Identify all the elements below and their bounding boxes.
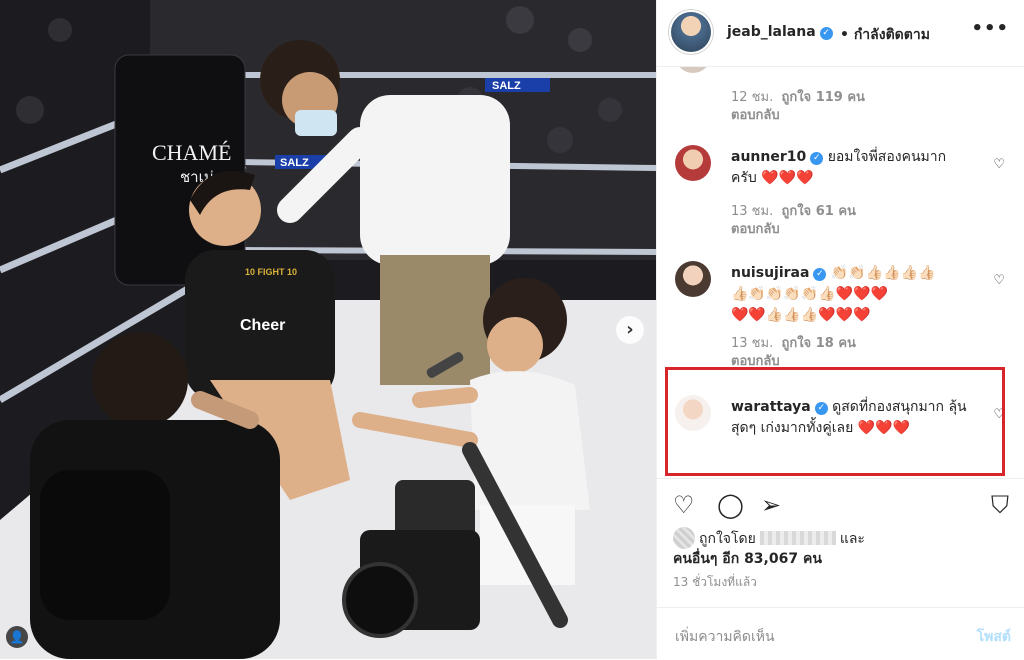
post-header: jeab_lalana ✓ • กำลังติดตาม ••• [657,0,1024,67]
comment-likes-link[interactable]: ถูกใจ 18 คน [781,336,855,351]
ring-sign-salz-1: SALZ [280,157,309,169]
comment-body: nuisujiraa ✓ 👏🏻👏🏻👍🏻👍🏻👍🏻👍🏻 👍🏻👏🏻👏🏻👏🏻👏🏻👍🏻❤️❤… [731,263,971,326]
comment-body: aunner10 ✓ ยอมใจพี่สองคนมากครับ ❤️❤️❤️ [731,147,971,189]
post-photo[interactable]: CHAMÉ ชาเม่ SALZ SALZ Cheer 10 FIGHT 10 [0,0,656,659]
like-comment-heart-icon[interactable]: ♡ [993,273,1005,288]
user-tag-icon[interactable]: 👤 [6,626,28,648]
comment-meta: 12 ชม. ถูกใจ 119 คน ตอบกลับ [731,90,865,123]
others-likes-link[interactable]: คนอื่นๆ อีก 83,067 คน [673,551,822,567]
verified-badge-icon: ✓ [813,268,827,281]
share-send-icon[interactable]: ➢ [761,491,781,519]
post-side-panel: jeab_lalana ✓ • กำลังติดตาม ••• 12 ชม. ถู… [656,0,1024,659]
author-avatar[interactable] [671,12,711,52]
post-timestamp[interactable]: 13 ชั่วโมงที่แล้ว [673,573,757,592]
comment-emoji-line: 👏🏻👏🏻👍🏻👍🏻👍🏻👍🏻 [830,265,936,281]
comment-likes-link[interactable]: ถูกใจ 61 คน [781,204,855,219]
commenter-avatar[interactable] [675,261,711,297]
boxing-ring-photo: CHAMÉ ชาเม่ SALZ SALZ Cheer 10 FIGHT 10 [0,0,656,659]
liker-username-blurred [759,531,836,545]
commenter-avatar[interactable] [675,67,711,73]
shirt-logo: 10 FIGHT 10 [245,267,297,277]
like-comment-heart-icon[interactable]: ♡ [993,157,1005,172]
add-comment-bar: เพิ่มความคิดเห็น โพสต์ [657,607,1024,660]
commenter-avatar[interactable] [675,145,711,181]
reply-link[interactable]: ตอบกลับ [731,108,780,123]
comment-bubble-icon[interactable]: ◯ [717,491,744,519]
comment-highlight-box [665,367,1005,476]
next-photo-button[interactable]: › [616,316,644,344]
ring-sign-brand: CHAMÉ [152,140,231,165]
comment-emoji-line: ❤️❤️👍🏻👍🏻👍🏻❤️❤️❤️ [731,307,871,323]
shirt-text: Cheer [240,317,285,334]
comment-likes-link[interactable]: ถูกใจ 119 คน [781,90,864,105]
verified-badge-icon: ✓ [819,27,833,40]
comment-emoji: ❤️❤️❤️ [761,170,814,186]
following-status[interactable]: • กำลังติดตาม [840,24,930,46]
add-comment-input[interactable]: เพิ่มความคิดเห็น [675,626,775,648]
save-bookmark-icon[interactable]: ⛉ [991,491,1009,519]
more-options-icon[interactable]: ••• [971,18,1009,39]
author-username[interactable]: jeab_lalana ✓ [727,24,833,40]
comment-emoji-line: 👍🏻👏🏻👏🏻👏🏻👏🏻👍🏻❤️❤️❤️ [731,286,888,302]
verified-badge-icon: ✓ [810,152,824,165]
comment-meta: 13 ชม. ถูกใจ 18 คน ตอบกลับ [731,336,856,369]
likes-summary: ถูกใจโดย และ คนอื่นๆ อีก 83,067 คน [673,527,1013,569]
comment-meta: 13 ชม. ถูกใจ 61 คน ตอบกลับ [731,204,856,237]
reply-link[interactable]: ตอบกลับ [731,222,780,237]
commenter-username[interactable]: nuisujiraa [731,265,809,281]
commenter-username[interactable]: aunner10 [731,149,806,165]
like-heart-icon[interactable]: ♡ [673,491,695,519]
liker-avatar[interactable] [673,527,695,549]
ring-sign-salz-2: SALZ [492,80,521,92]
post-comment-button[interactable]: โพสต์ [977,626,1011,648]
